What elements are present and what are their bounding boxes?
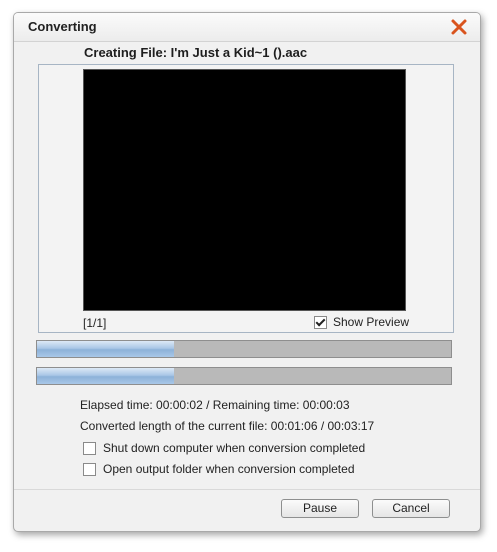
- show-preview-label: Show Preview: [333, 315, 410, 329]
- page: Converting Creating File: I'm Just a Kid…: [0, 0, 497, 552]
- cancel-button[interactable]: Cancel: [372, 499, 450, 518]
- window-title: Converting: [28, 19, 97, 34]
- file-progress-bar: [36, 340, 452, 358]
- converting-dialog: Converting Creating File: I'm Just a Kid…: [13, 12, 481, 532]
- shutdown-option[interactable]: Shut down computer when conversion compl…: [83, 441, 365, 455]
- preview-panel: [1/1] Show Preview: [38, 64, 454, 333]
- total-progress-fill: [37, 368, 174, 384]
- file-counter: [1/1]: [83, 316, 107, 330]
- total-progress-bar: [36, 367, 452, 385]
- elapsed-time-text: Elapsed time: 00:00:02 / Remaining time:…: [80, 398, 350, 412]
- creating-file-label: Creating File: I'm Just a Kid~1 ().aac: [84, 45, 308, 60]
- pause-button[interactable]: Pause: [281, 499, 359, 518]
- show-preview-check-icon[interactable]: [314, 315, 327, 329]
- close-icon[interactable]: [450, 18, 468, 36]
- show-preview-checkbox[interactable]: Show Preview: [314, 315, 409, 329]
- file-progress-fill: [37, 341, 174, 357]
- open-folder-checkbox[interactable]: [83, 462, 96, 476]
- open-folder-label: Open output folder when conversion compl…: [103, 462, 355, 476]
- footer-divider: [14, 489, 480, 490]
- shutdown-checkbox[interactable]: [83, 441, 96, 455]
- shutdown-label: Shut down computer when conversion compl…: [103, 441, 366, 455]
- open-folder-option[interactable]: Open output folder when conversion compl…: [83, 462, 355, 476]
- title-bar[interactable]: Converting: [14, 13, 480, 42]
- converted-length-text: Converted length of the current file: 00…: [80, 419, 375, 433]
- preview-screen: [83, 69, 406, 311]
